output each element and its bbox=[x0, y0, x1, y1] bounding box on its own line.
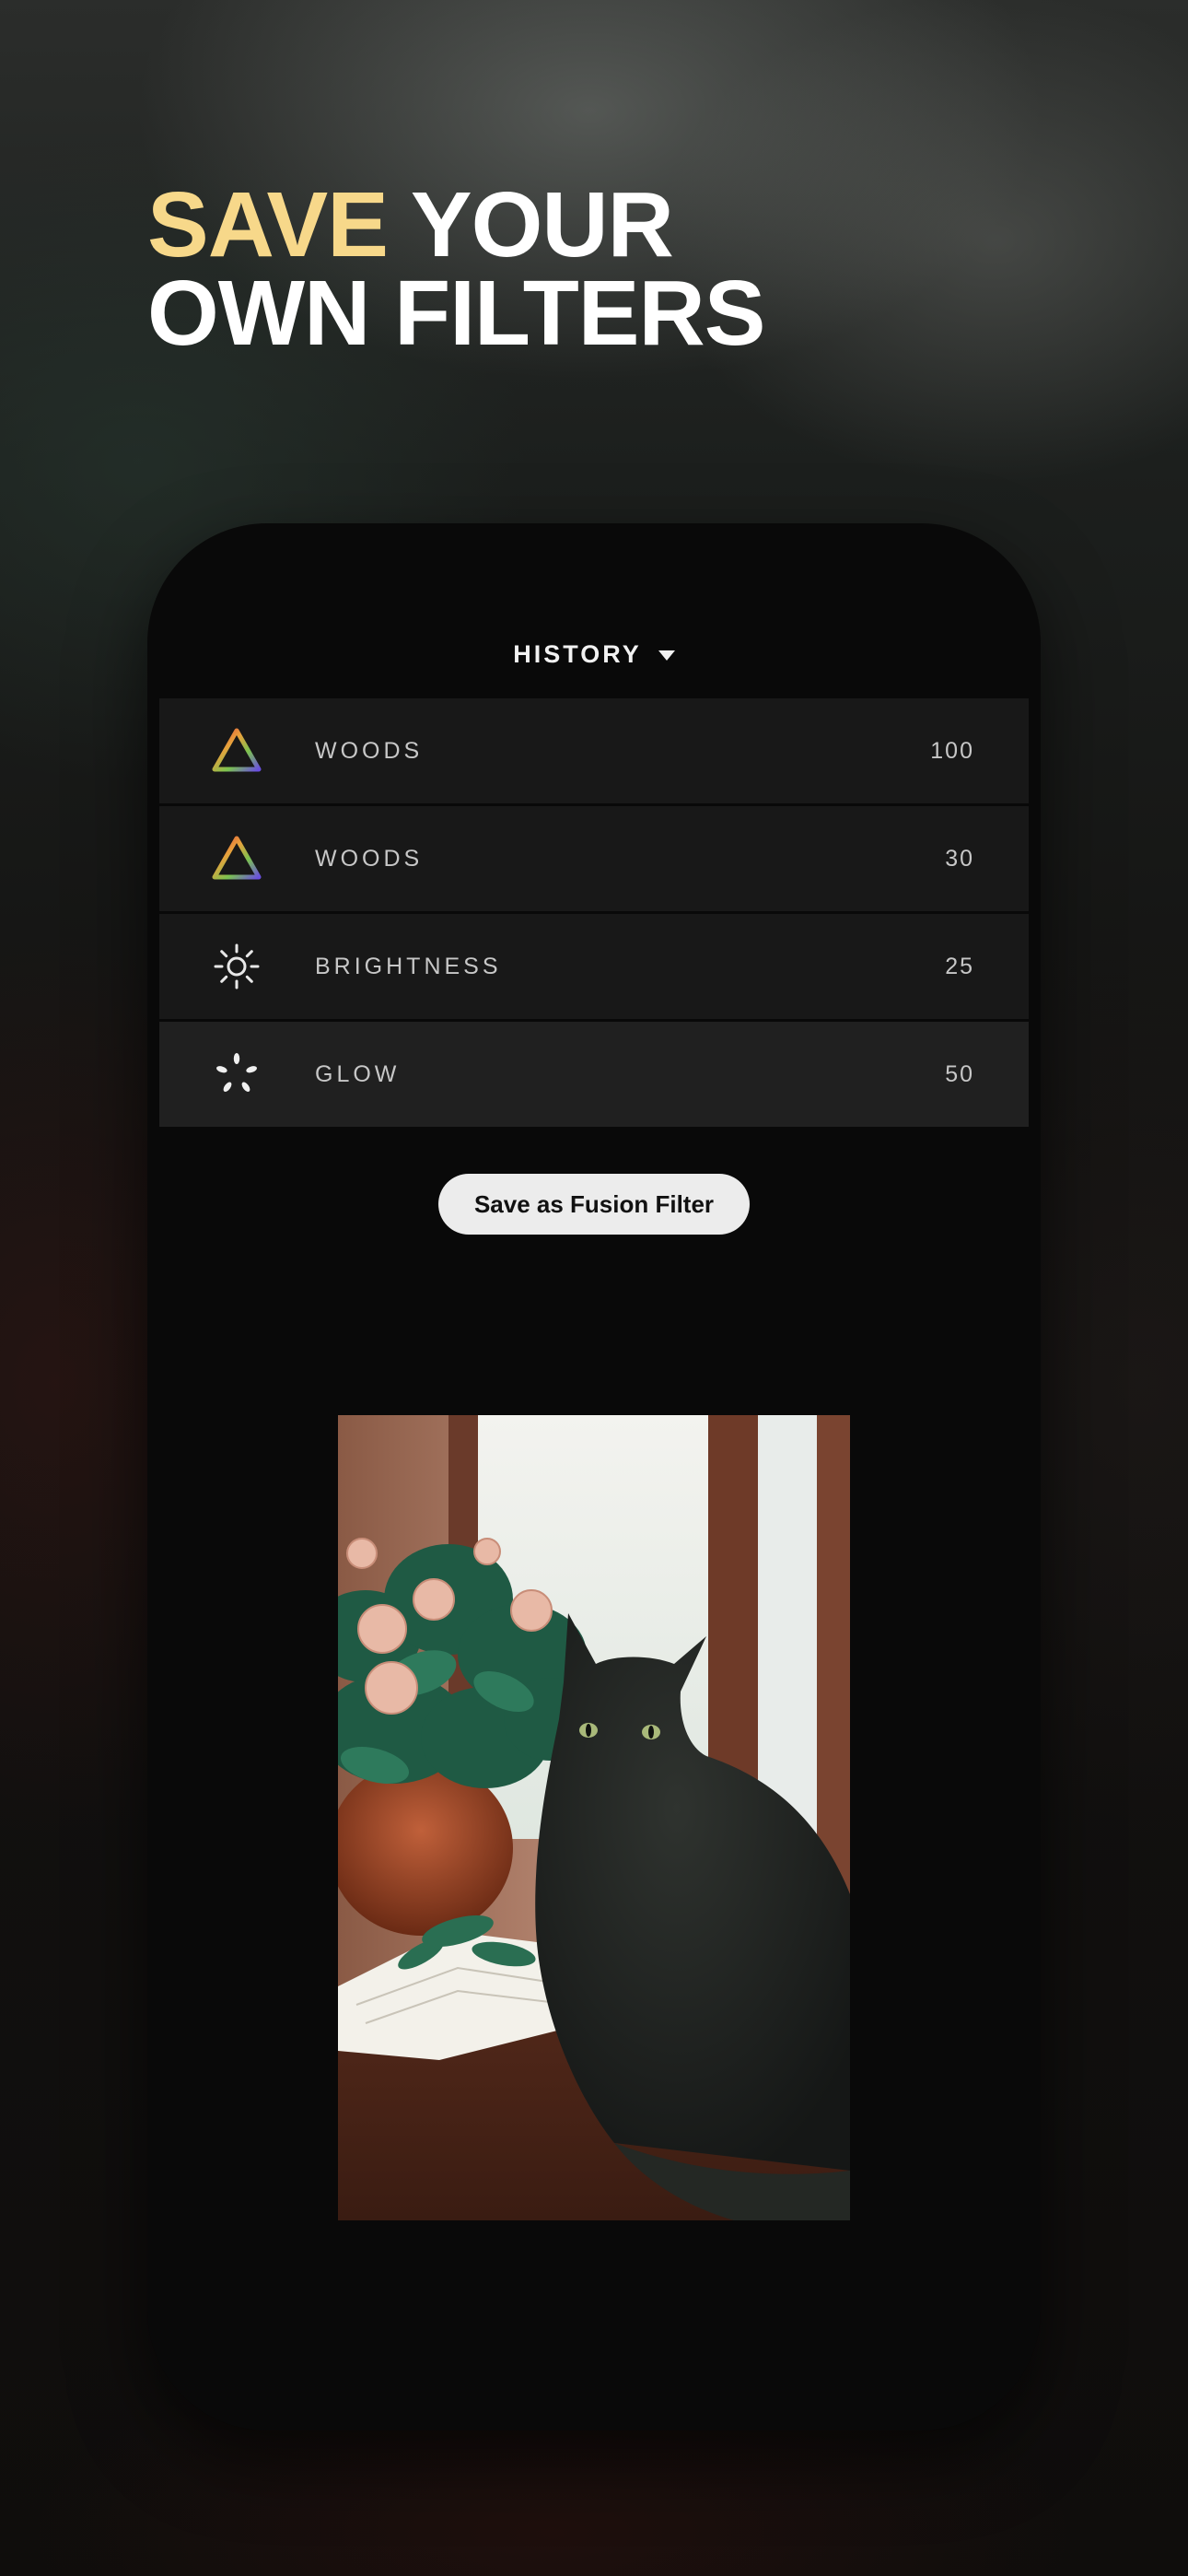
history-list: WOODS 100 WOODS 30 BRIGHTNESS 25 GLOW 50 bbox=[159, 698, 1029, 1130]
history-item-value: 100 bbox=[930, 737, 974, 764]
history-item-glow[interactable]: GLOW 50 bbox=[159, 1022, 1029, 1127]
history-title: HISTORY bbox=[513, 639, 642, 668]
history-item-woods-30[interactable]: WOODS 30 bbox=[159, 806, 1029, 911]
history-dropdown[interactable]: HISTORY bbox=[147, 626, 1041, 682]
headline-line-1: SAVE YOUR bbox=[147, 179, 764, 271]
history-item-label: GLOW bbox=[315, 1060, 401, 1087]
phone-frame: HISTORY WOODS 100 WOODS 30 BRIGHTNESS 25… bbox=[147, 523, 1041, 2430]
history-item-brightness[interactable]: BRIGHTNESS 25 bbox=[159, 914, 1029, 1019]
glow-icon bbox=[209, 1047, 264, 1102]
save-fusion-filter-button[interactable]: Save as Fusion Filter bbox=[438, 1174, 750, 1235]
history-item-value: 25 bbox=[945, 953, 974, 979]
prism-triangle-icon bbox=[209, 723, 264, 779]
history-item-woods-100[interactable]: WOODS 100 bbox=[159, 698, 1029, 803]
history-item-label: BRIGHTNESS bbox=[315, 953, 502, 979]
history-item-value: 30 bbox=[945, 845, 974, 872]
history-item-label: WOODS bbox=[315, 845, 424, 872]
headline: SAVE YOUR OWN FILTERS bbox=[147, 179, 765, 365]
photo-preview bbox=[338, 1415, 850, 2220]
history-item-value: 50 bbox=[945, 1060, 974, 1087]
headline-line-2: OWN FILTERS bbox=[147, 262, 765, 365]
caret-down-icon bbox=[658, 650, 675, 661]
prism-triangle-icon bbox=[209, 831, 264, 886]
sun-icon bbox=[209, 939, 264, 994]
history-item-label: WOODS bbox=[315, 737, 424, 764]
